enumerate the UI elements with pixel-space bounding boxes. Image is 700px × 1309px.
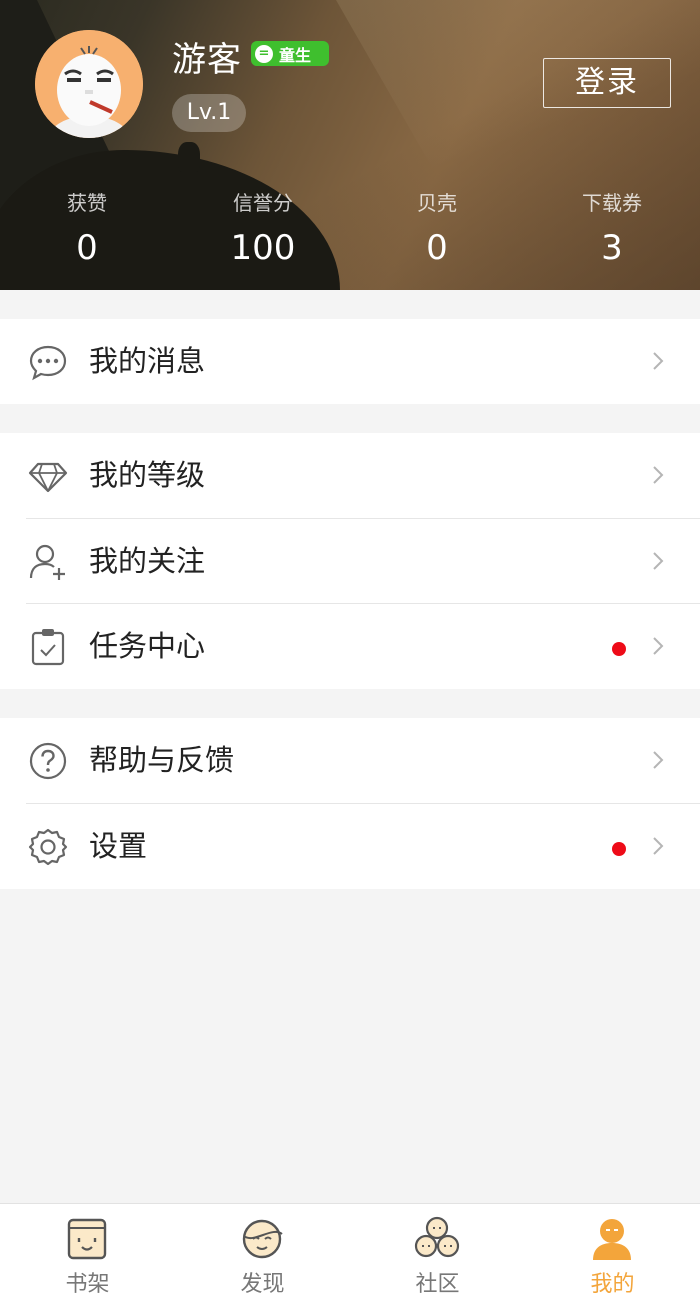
menu-item-follow[interactable]: 我的关注 (0, 519, 700, 604)
menu-group-support: 帮助与反馈 设置 (0, 718, 700, 889)
tab-bookshelf[interactable]: 书架 (0, 1204, 175, 1309)
menu-item-help[interactable]: 帮助与反馈 (0, 718, 700, 803)
tab-community[interactable]: 社区 (350, 1204, 525, 1309)
menu-item-messages[interactable]: 我的消息 (0, 319, 700, 404)
stat-value: 0 (426, 228, 448, 268)
community-icon (413, 1216, 461, 1262)
menu-item-label: 设置 (89, 829, 148, 863)
menu-item-tasks[interactable]: 任务中心 (0, 604, 700, 689)
menu-item-label: 任务中心 (89, 629, 206, 663)
stat-value: 100 (230, 228, 296, 268)
tab-label: 书架 (65, 1272, 110, 1297)
gear-icon (28, 827, 68, 867)
menu-item-settings[interactable]: 设置 (0, 804, 700, 889)
notification-dot (612, 642, 626, 656)
chevron-right-icon (652, 349, 664, 373)
avatar[interactable] (35, 30, 143, 138)
menu-item-label: 我的消息 (89, 344, 206, 378)
bookshelf-icon (63, 1216, 111, 1262)
diamond-icon (28, 456, 68, 496)
avatar-face-icon (35, 30, 143, 138)
tab-label: 发现 (240, 1272, 285, 1297)
tab-label: 社区 (415, 1272, 460, 1297)
menu-group-account: 我的等级 我的关注 任务中心 (0, 433, 700, 689)
notification-dot (612, 842, 626, 856)
rank-badge-label: 童生 (279, 45, 312, 65)
stats-row: 获赞 0 信誉分 100 贝壳 0 下载券 3 (0, 188, 700, 278)
chevron-right-icon (652, 834, 664, 858)
chat-bubble-icon (28, 342, 68, 382)
chevron-right-icon (652, 748, 664, 772)
chevron-right-icon (652, 463, 664, 487)
tab-me[interactable]: 我的 (525, 1204, 700, 1309)
stat-shells[interactable]: 贝壳 0 (367, 188, 507, 268)
menu-item-level[interactable]: 我的等级 (0, 433, 700, 518)
stat-label: 信誉分 (233, 191, 293, 215)
chevron-right-icon (652, 549, 664, 573)
stat-credit-score[interactable]: 信誉分 100 (193, 188, 333, 268)
menu-item-label: 帮助与反馈 (89, 743, 235, 777)
add-user-icon (28, 542, 68, 582)
menu-group-messages: 我的消息 (0, 319, 700, 404)
stat-value: 0 (76, 228, 98, 268)
stat-label: 下载券 (582, 191, 642, 215)
rank-badge: = 童生 (251, 41, 329, 66)
profile-header: 游客 = 童生 Lv.1 登录 获赞 0 信誉分 100 贝壳 0 下载券 3 (0, 0, 700, 290)
header-background-bird (178, 142, 200, 172)
login-button[interactable]: 登录 (543, 58, 671, 108)
username: 游客 (172, 40, 242, 80)
tab-label: 我的 (590, 1272, 635, 1297)
tab-discover[interactable]: 发现 (175, 1204, 350, 1309)
chevron-right-icon (652, 634, 664, 658)
question-icon (28, 741, 68, 781)
stat-download-coupons[interactable]: 下载券 3 (542, 188, 682, 268)
level-pill[interactable]: Lv.1 (172, 94, 246, 132)
stat-likes[interactable]: 获赞 0 (17, 188, 157, 268)
stat-value: 3 (601, 228, 623, 268)
clipboard-icon (28, 627, 68, 667)
rank-badge-icon: = (255, 44, 273, 63)
stat-label: 贝壳 (417, 191, 457, 215)
me-icon (588, 1216, 636, 1262)
stat-label: 获赞 (67, 191, 107, 215)
discover-icon (238, 1216, 286, 1262)
menu-item-label: 我的等级 (89, 458, 206, 492)
menu-item-label: 我的关注 (89, 544, 206, 578)
bottom-tab-bar: 书架 发现 社区 我的 (0, 1203, 700, 1309)
